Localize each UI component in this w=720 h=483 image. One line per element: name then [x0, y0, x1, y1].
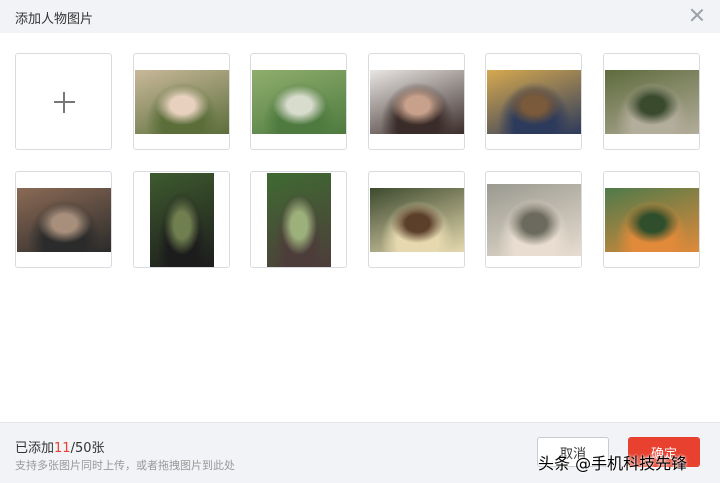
upload-hint: 支持多张图片同时上传，或者拖拽图片到此处 — [15, 459, 235, 472]
dialog-header: 添加人物图片 — [0, 0, 720, 33]
photo-10[interactable] — [485, 171, 582, 268]
photo-2-image — [252, 70, 346, 134]
add-photo-button[interactable] — [15, 53, 112, 150]
photo-3-image — [370, 70, 464, 134]
photo-4[interactable] — [485, 53, 582, 150]
photo-1-image — [135, 70, 229, 134]
photo-9-image — [370, 188, 464, 252]
photo-11[interactable] — [603, 171, 700, 268]
add-person-photos-dialog: 添加人物图片 已添加11/50张 支持多张图片同时上传，或者拖拽图片到此处 取消… — [0, 0, 720, 483]
photo-3[interactable] — [368, 53, 465, 150]
photo-8-image — [267, 173, 331, 267]
count-value: 11 — [54, 441, 71, 456]
photo-7[interactable] — [133, 171, 230, 268]
photo-4-image — [487, 70, 581, 134]
photo-10-image — [487, 184, 581, 256]
photo-6-image — [17, 188, 111, 252]
photo-5[interactable] — [603, 53, 700, 150]
count-prefix: 已添加 — [15, 441, 55, 456]
photo-count: 已添加11/50张 — [15, 437, 105, 456]
photo-6[interactable] — [15, 171, 112, 268]
photo-1[interactable] — [133, 53, 230, 150]
photo-5-image — [605, 70, 699, 134]
photo-11-image — [605, 188, 699, 252]
photo-8[interactable] — [250, 171, 347, 268]
watermark: 头条 @手机科技先锋 — [538, 454, 688, 473]
close-icon[interactable] — [688, 6, 706, 24]
photo-9[interactable] — [368, 171, 465, 268]
count-suffix: /50张 — [70, 441, 105, 456]
photo-2[interactable] — [250, 53, 347, 150]
dialog-title: 添加人物图片 — [15, 12, 94, 27]
photo-7-image — [150, 173, 214, 267]
